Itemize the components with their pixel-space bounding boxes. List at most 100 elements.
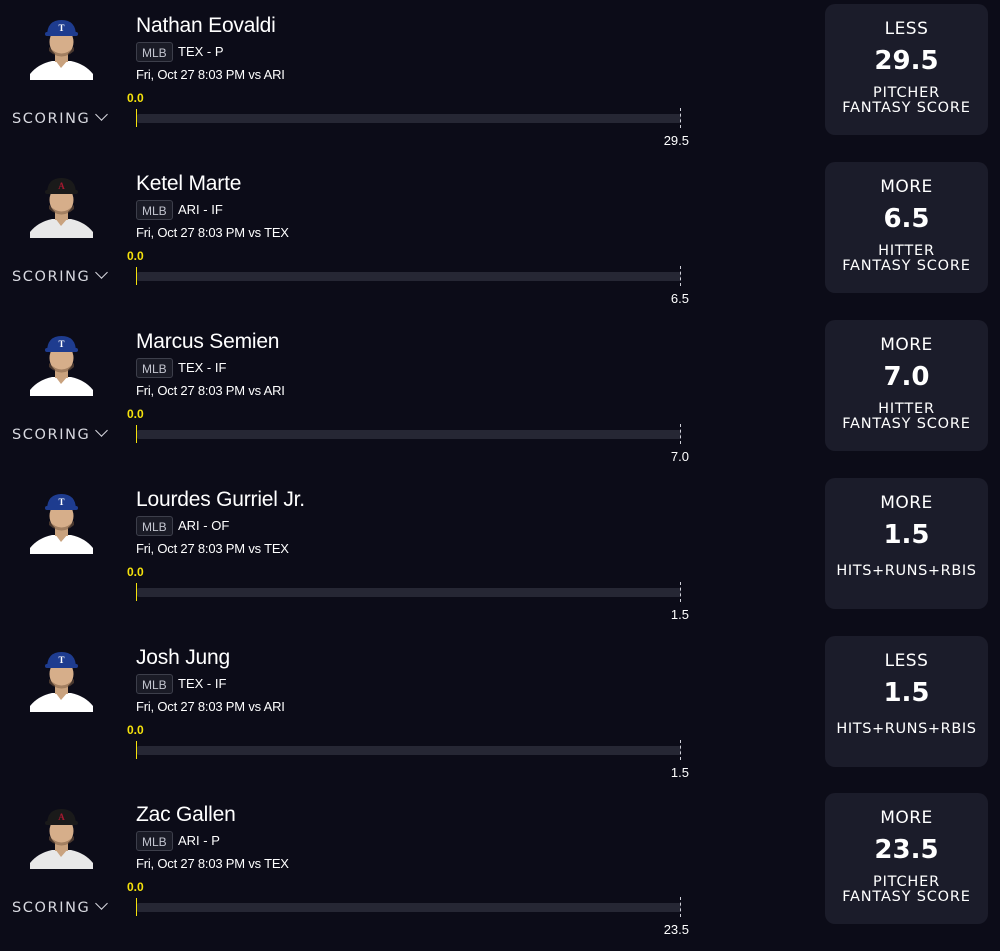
player-avatar: A	[28, 174, 95, 238]
current-score: 0.0	[127, 880, 144, 894]
player-headshot-icon: A	[30, 178, 93, 238]
line-value: 1.5	[670, 765, 689, 780]
pick-direction: LESS	[884, 19, 929, 39]
player-avatar: T	[28, 648, 95, 712]
pick-line: 1.5	[883, 520, 930, 550]
player-name[interactable]: Nathan Eovaldi	[136, 14, 276, 38]
pick-stat-type: HITS+RUNS+RBIS	[836, 563, 977, 579]
progress-bar	[137, 114, 681, 123]
pick-line: 1.5	[883, 678, 930, 708]
progress-bar	[137, 430, 681, 439]
pick-stat-type: PITCHER FANTASY SCORE	[825, 875, 988, 905]
pick-stat-line: FANTASY SCORE	[842, 889, 971, 905]
svg-text:A: A	[58, 812, 65, 822]
league-badge: MLB	[136, 358, 173, 378]
current-score: 0.0	[127, 249, 144, 263]
team-position: TEX - IF	[178, 676, 227, 691]
line-marker	[680, 582, 681, 602]
chevron-down-icon	[95, 108, 109, 121]
team-position: ARI - IF	[178, 202, 223, 217]
league-badge: MLB	[136, 674, 173, 694]
player-name[interactable]: Josh Jung	[136, 646, 230, 670]
scoring-label: SCORING	[12, 427, 91, 443]
game-time: Fri, Oct 27 8:03 PM vs ARI	[136, 699, 285, 714]
pick-direction: MORE	[880, 335, 933, 355]
pick-card[interactable]: LESS 1.5 HITS+RUNS+RBIS	[825, 636, 988, 767]
current-score: 0.0	[127, 565, 144, 579]
progress-marker	[136, 109, 137, 127]
pick-row: T Josh Jung MLB TEX - IF Fri, Oct 27 8:0…	[0, 636, 1000, 794]
player-name[interactable]: Zac Gallen	[136, 803, 236, 827]
current-score: 0.0	[127, 407, 144, 421]
player-avatar: T	[28, 332, 95, 396]
pick-card[interactable]: MORE 7.0 HITTER FANTASY SCORE	[825, 320, 988, 451]
pick-stat-line: FANTASY SCORE	[842, 100, 971, 116]
game-time: Fri, Oct 27 8:03 PM vs ARI	[136, 67, 285, 82]
line-marker	[680, 424, 681, 444]
current-score: 0.0	[127, 91, 144, 105]
pick-card[interactable]: MORE 1.5 HITS+RUNS+RBIS	[825, 478, 988, 609]
game-time: Fri, Oct 27 8:03 PM vs TEX	[136, 225, 289, 240]
scoring-label: SCORING	[12, 269, 91, 285]
pick-stat-line: FANTASY SCORE	[842, 416, 971, 432]
team-position: ARI - P	[178, 833, 220, 848]
pick-direction: MORE	[880, 177, 933, 197]
league-badge: MLB	[136, 516, 173, 536]
pick-card[interactable]: MORE 6.5 HITTER FANTASY SCORE	[825, 162, 988, 293]
pick-card[interactable]: MORE 23.5 PITCHER FANTASY SCORE	[825, 793, 988, 924]
progress-bar	[137, 588, 681, 597]
line-marker	[680, 897, 681, 917]
current-score: 0.0	[127, 723, 144, 737]
progress-marker	[136, 425, 137, 443]
player-avatar: T	[28, 16, 95, 80]
scoring-label: SCORING	[12, 900, 91, 916]
pick-stat-type: HITS+RUNS+RBIS	[836, 721, 977, 737]
pick-card[interactable]: LESS 29.5 PITCHER FANTASY SCORE	[825, 4, 988, 135]
line-value: 6.5	[670, 291, 689, 306]
player-headshot-icon: T	[30, 20, 93, 80]
team-position: ARI - OF	[178, 518, 230, 533]
progress-marker	[136, 583, 137, 601]
player-headshot-icon: A	[30, 809, 93, 869]
line-marker	[680, 740, 681, 760]
svg-text:T: T	[58, 497, 64, 507]
line-value: 29.5	[663, 133, 689, 148]
svg-text:A: A	[58, 181, 65, 191]
game-time: Fri, Oct 27 8:03 PM vs TEX	[136, 541, 289, 556]
line-value: 23.5	[663, 922, 689, 937]
league-badge: MLB	[136, 831, 173, 851]
scoring-toggle[interactable]: SCORING	[12, 266, 109, 285]
scoring-toggle[interactable]: SCORING	[12, 897, 109, 916]
progress-bar	[137, 746, 681, 755]
pick-line: 23.5	[874, 835, 939, 865]
pick-row: T Lourdes Gurriel Jr. MLB ARI - OF Fri, …	[0, 478, 1000, 636]
pick-line: 6.5	[883, 204, 930, 234]
chevron-down-icon	[95, 897, 109, 910]
pick-row: A Ketel Marte MLB ARI - IF Fri, Oct 27 8…	[0, 162, 1000, 320]
game-time: Fri, Oct 27 8:03 PM vs ARI	[136, 383, 285, 398]
pick-row: T Nathan Eovaldi MLB TEX - P Fri, Oct 27…	[0, 4, 1000, 162]
pick-line: 7.0	[883, 362, 930, 392]
pick-stat-line: PITCHER	[873, 874, 940, 890]
scoring-toggle[interactable]: SCORING	[12, 108, 109, 127]
player-name[interactable]: Lourdes Gurriel Jr.	[136, 488, 305, 512]
svg-text:T: T	[58, 655, 64, 665]
pick-line: 29.5	[874, 46, 939, 76]
pick-direction: LESS	[884, 651, 929, 671]
player-name[interactable]: Ketel Marte	[136, 172, 241, 196]
pick-stat-type: PITCHER FANTASY SCORE	[825, 86, 988, 116]
scoring-label: SCORING	[12, 111, 91, 127]
pick-stat-line: HITTER	[878, 243, 935, 259]
line-value: 1.5	[670, 607, 689, 622]
pick-direction: MORE	[880, 493, 933, 513]
player-name[interactable]: Marcus Semien	[136, 330, 279, 354]
pick-stat-line: HITTER	[878, 401, 935, 417]
league-badge: MLB	[136, 42, 173, 62]
scoring-toggle[interactable]: SCORING	[12, 424, 109, 443]
team-position: TEX - P	[178, 44, 224, 59]
pick-stat-type: HITTER FANTASY SCORE	[825, 244, 988, 274]
pick-stat-type: HITTER FANTASY SCORE	[825, 402, 988, 432]
game-time: Fri, Oct 27 8:03 PM vs TEX	[136, 856, 289, 871]
progress-marker	[136, 267, 137, 285]
player-headshot-icon: T	[30, 336, 93, 396]
